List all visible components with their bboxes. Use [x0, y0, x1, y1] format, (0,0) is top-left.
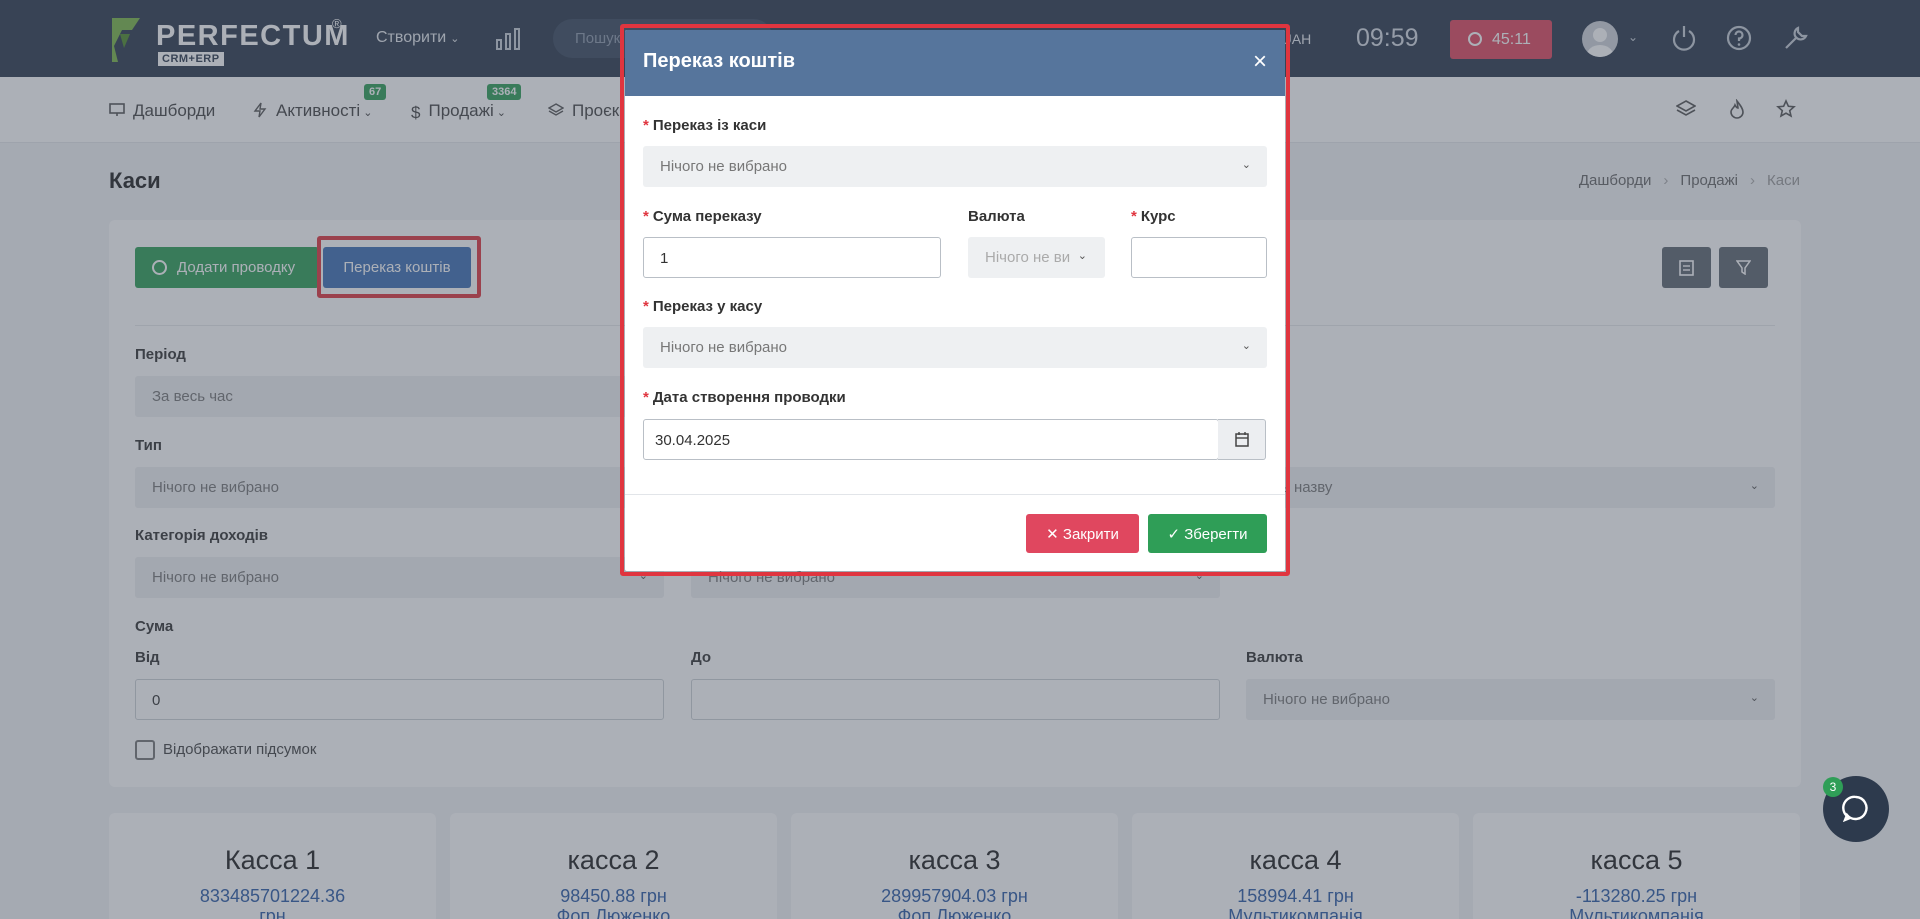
modal-currency-label: Валюта: [968, 208, 1025, 225]
required-marker: *: [1131, 208, 1137, 225]
amount-label-text: Сума переказу: [652, 208, 762, 225]
required-marker: *: [643, 389, 649, 406]
amount-input[interactable]: 1: [643, 237, 941, 278]
rate-label: * Курс: [1131, 208, 1176, 225]
chevron-down-icon: ⌄: [1077, 250, 1087, 262]
rate-input[interactable]: [1131, 237, 1267, 278]
from-cashbox-label-text: Переказ із каси: [652, 117, 767, 134]
chevron-down-icon: ⌄: [1241, 340, 1251, 352]
modal-currency-select[interactable]: Нічого не ви ⌄: [968, 237, 1105, 278]
date-label: * Дата створення проводки: [643, 389, 846, 406]
amount-value: 1: [660, 250, 669, 267]
divider: [625, 494, 1285, 495]
to-cashbox-value: Нічого не вибрано: [660, 339, 788, 356]
chevron-down-icon: ⌄: [1241, 159, 1251, 171]
chat-badge: 3: [1823, 777, 1843, 797]
calendar-icon: [1235, 432, 1249, 447]
modal-title: Переказ коштів: [643, 50, 795, 72]
required-marker: *: [643, 298, 649, 315]
date-value: 30.04.2025: [655, 432, 731, 449]
save-button[interactable]: ✓ Зберегти: [1148, 514, 1267, 553]
required-marker: *: [643, 117, 649, 134]
to-cashbox-label-text: Переказ у касу: [652, 298, 763, 315]
to-cashbox-select[interactable]: Нічого не вибрано ⌄: [643, 327, 1267, 368]
from-cashbox-label: * Переказ із каси: [643, 117, 766, 134]
date-label-text: Дата створення проводки: [652, 389, 846, 406]
chat-bubble-icon: [1842, 795, 1868, 822]
date-input[interactable]: 30.04.2025: [643, 419, 1219, 460]
close-icon[interactable]: ×: [1253, 48, 1267, 76]
from-cashbox-select[interactable]: Нічого не вибрано ⌄: [643, 146, 1267, 187]
rate-label-text: Курс: [1140, 208, 1176, 225]
close-button[interactable]: ✕ Закрити: [1026, 514, 1139, 553]
transfer-modal: Переказ коштів × * Переказ із каси Нічого…: [625, 30, 1285, 571]
modal-currency-value: Нічого не ви: [985, 249, 1071, 266]
calendar-button[interactable]: [1218, 419, 1266, 460]
required-marker: *: [643, 208, 649, 225]
amount-label: * Сума переказу: [643, 208, 762, 225]
modal-header: Переказ коштів ×: [625, 30, 1285, 96]
from-cashbox-value: Нічого не вибрано: [660, 158, 788, 175]
to-cashbox-label: * Переказ у касу: [643, 298, 762, 315]
